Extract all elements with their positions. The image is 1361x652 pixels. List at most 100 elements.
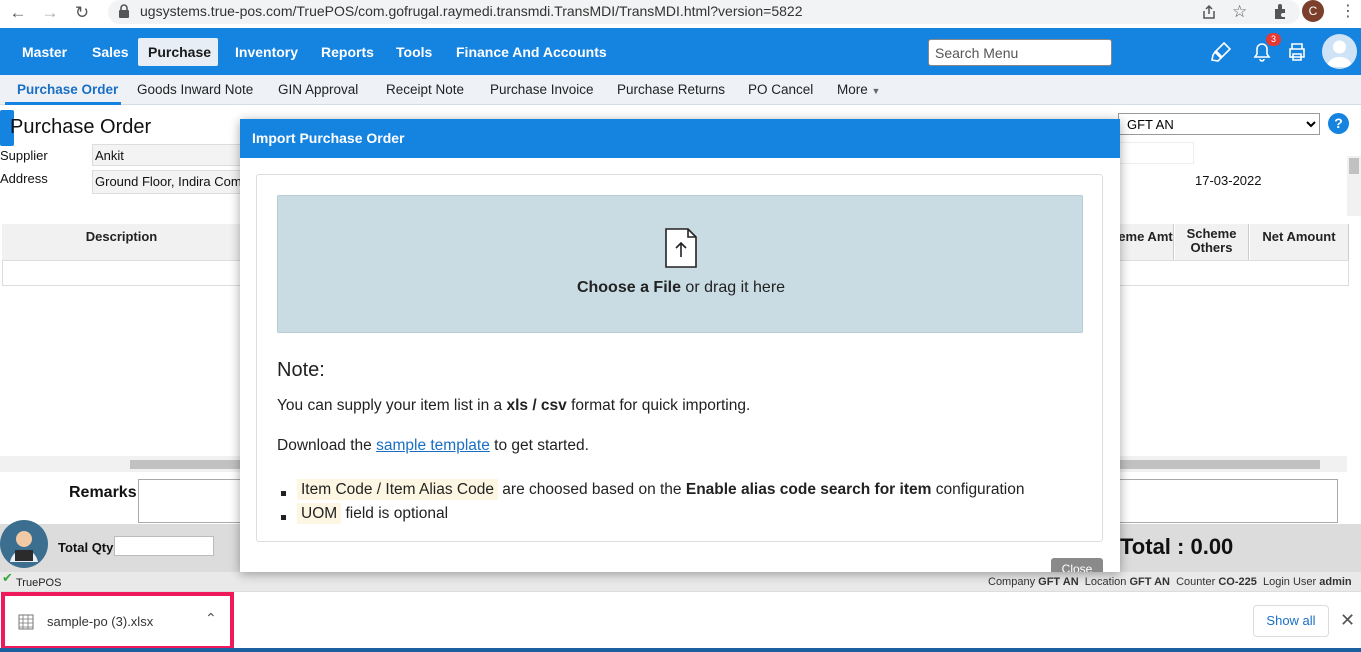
spreadsheet-file-icon: [18, 614, 34, 630]
choose-file-link[interactable]: Choose a File: [577, 279, 681, 296]
extensions-icon[interactable]: [1272, 3, 1289, 20]
show-all-button[interactable]: Show all: [1253, 605, 1329, 637]
alias-config-name: Enable alias code search for item: [685, 481, 932, 498]
tab-goods-inward-note[interactable]: Goods Inward Note: [137, 82, 253, 97]
location-value: GFT AN: [1129, 576, 1170, 588]
search-menu-input[interactable]: [928, 39, 1112, 66]
active-tab-indicator: [5, 102, 121, 105]
total-qty-label: Total Qty: [58, 540, 114, 555]
column-scheme-amt-label: eme Amt: [1118, 229, 1173, 244]
dialog-title: Import Purchase Order: [240, 119, 1120, 158]
user-avatar[interactable]: [1322, 34, 1357, 69]
login-user-label: Login User: [1262, 576, 1317, 588]
tab-purchase-invoice[interactable]: Purchase Invoice: [490, 82, 594, 97]
taskbar-edge: [0, 648, 1361, 652]
drop-instruction: Choose a File or drag it here: [278, 279, 1084, 297]
template-line-pre: Download the: [277, 437, 377, 454]
nav-purchase[interactable]: Purchase: [138, 38, 218, 66]
dialog-content-panel: Choose a File or drag it here Note: You …: [256, 174, 1103, 542]
supplier-label: Supplier: [0, 148, 48, 163]
tab-gin-approval[interactable]: GIN Approval: [278, 82, 358, 97]
column-scheme-others: Scheme Others: [1175, 224, 1249, 260]
chevron-up-icon[interactable]: ⌃: [205, 610, 217, 627]
address-label: Address: [0, 171, 48, 186]
drop-rest: or drag it here: [680, 279, 786, 296]
nav-master[interactable]: Master: [12, 38, 77, 66]
back-arrow-icon[interactable]: ←: [8, 3, 28, 23]
format-line-post: format for quick importing.: [566, 397, 751, 414]
download-item[interactable]: sample-po (3).xlsx ⌃: [1, 592, 234, 650]
download-filename: sample-po (3).xlsx: [47, 614, 154, 629]
forward-arrow-icon[interactable]: →: [40, 3, 60, 23]
column-description-label: Description: [85, 229, 158, 244]
check-icon: ✔: [2, 570, 13, 585]
clear-brush-icon[interactable]: [1210, 41, 1232, 63]
bookmark-star-icon[interactable]: ☆: [1232, 2, 1247, 22]
profile-avatar[interactable]: C: [1302, 0, 1324, 22]
download-bar: sample-po (3).xlsx ⌃ Show all ✕: [0, 591, 1361, 652]
note-bullet-uom: UOM field is optional: [297, 503, 448, 524]
close-button[interactable]: Close: [1051, 558, 1103, 572]
reload-icon[interactable]: ↻: [72, 3, 92, 23]
column-net-amount-label: Net Amount: [1262, 229, 1336, 244]
format-types: xls / csv: [506, 397, 567, 414]
column-description: Description: [2, 224, 242, 260]
note-format-line: You can supply your item list in a xls /…: [277, 397, 750, 415]
vertical-scroll-thumb[interactable]: [1349, 158, 1359, 174]
support-agent-icon[interactable]: [0, 520, 48, 568]
alias-line-pre: are choosed based on the: [497, 481, 686, 498]
login-user-value: admin: [1319, 576, 1352, 588]
item-code-highlight: Item Code / Item Alias Code: [297, 479, 498, 500]
tab-purchase-returns[interactable]: Purchase Returns: [617, 82, 725, 97]
nav-finance-and-accounts[interactable]: Finance And Accounts: [446, 38, 617, 66]
nav-reports[interactable]: Reports: [311, 38, 384, 66]
supplier-field[interactable]: Ankit: [92, 144, 242, 166]
total-qty-field[interactable]: [114, 536, 214, 556]
main-navigation: Master Sales Purchase Inventory Reports …: [0, 28, 1361, 75]
counter-value: CO-225: [1218, 576, 1257, 588]
file-drop-zone[interactable]: Choose a File or drag it here: [277, 195, 1083, 333]
tab-po-cancel[interactable]: PO Cancel: [748, 82, 813, 97]
remarks-label: Remarks: [69, 484, 137, 501]
close-icon[interactable]: ✕: [1340, 610, 1355, 631]
browser-menu-icon[interactable]: ⋮: [1340, 1, 1356, 21]
share-icon[interactable]: [1201, 4, 1217, 20]
note-bullet-alias: Item Code / Item Alias Code are choosed …: [297, 479, 1024, 500]
file-upload-icon: [665, 228, 697, 268]
format-line-pre: You can supply your item list in a: [277, 397, 507, 414]
tab-receipt-note[interactable]: Receipt Note: [386, 82, 464, 97]
status-info: Company GFT AN Location GFT AN Counter C…: [988, 576, 1352, 588]
help-icon[interactable]: ?: [1328, 113, 1349, 134]
column-scheme-others-label: Scheme Others: [1186, 226, 1237, 255]
app-name: TruePOS: [16, 577, 62, 589]
blank-field[interactable]: [1118, 142, 1194, 164]
printer-icon[interactable]: [1286, 41, 1308, 63]
location-label: Location: [1084, 576, 1127, 588]
more-label: More: [837, 82, 868, 97]
tab-more[interactable]: More ▼: [837, 82, 880, 97]
vertical-scrollbar[interactable]: [1347, 156, 1361, 216]
address-bar[interactable]: ugsystems.true-pos.com/TruePOS/com.gofru…: [108, 0, 1300, 24]
note-template-line: Download the sample template to get star…: [277, 437, 589, 455]
template-line-post: to get started.: [489, 437, 589, 454]
user-silhouette-icon: [1327, 40, 1352, 67]
column-net-amount: Net Amount: [1250, 224, 1349, 260]
nav-tools[interactable]: Tools: [386, 38, 442, 66]
sample-template-link[interactable]: sample template: [376, 437, 490, 454]
address-field[interactable]: Ground Floor, Indira Comp: [92, 170, 242, 194]
nav-inventory[interactable]: Inventory: [225, 38, 308, 66]
column-scheme-amt: eme Amt: [1118, 224, 1174, 260]
status-bar: ✔ TruePOS Company GFT AN Location GFT AN…: [0, 570, 1361, 592]
uom-highlight: UOM: [297, 503, 342, 524]
tab-purchase-order[interactable]: Purchase Order: [17, 82, 118, 97]
order-date[interactable]: 17-03-2022: [1195, 173, 1262, 188]
url-text: ugsystems.true-pos.com/TruePOS/com.gofru…: [140, 3, 803, 19]
bullet-2: [281, 515, 286, 520]
import-purchase-order-dialog: Import Purchase Order Choose a File or d…: [240, 119, 1120, 572]
bullet-1: [281, 491, 286, 496]
nav-sales[interactable]: Sales: [82, 38, 139, 66]
company-value: GFT AN: [1038, 576, 1079, 588]
lock-icon: [119, 4, 129, 18]
location-select[interactable]: GFT AN: [1118, 113, 1320, 135]
agent-illustration: [10, 531, 38, 562]
